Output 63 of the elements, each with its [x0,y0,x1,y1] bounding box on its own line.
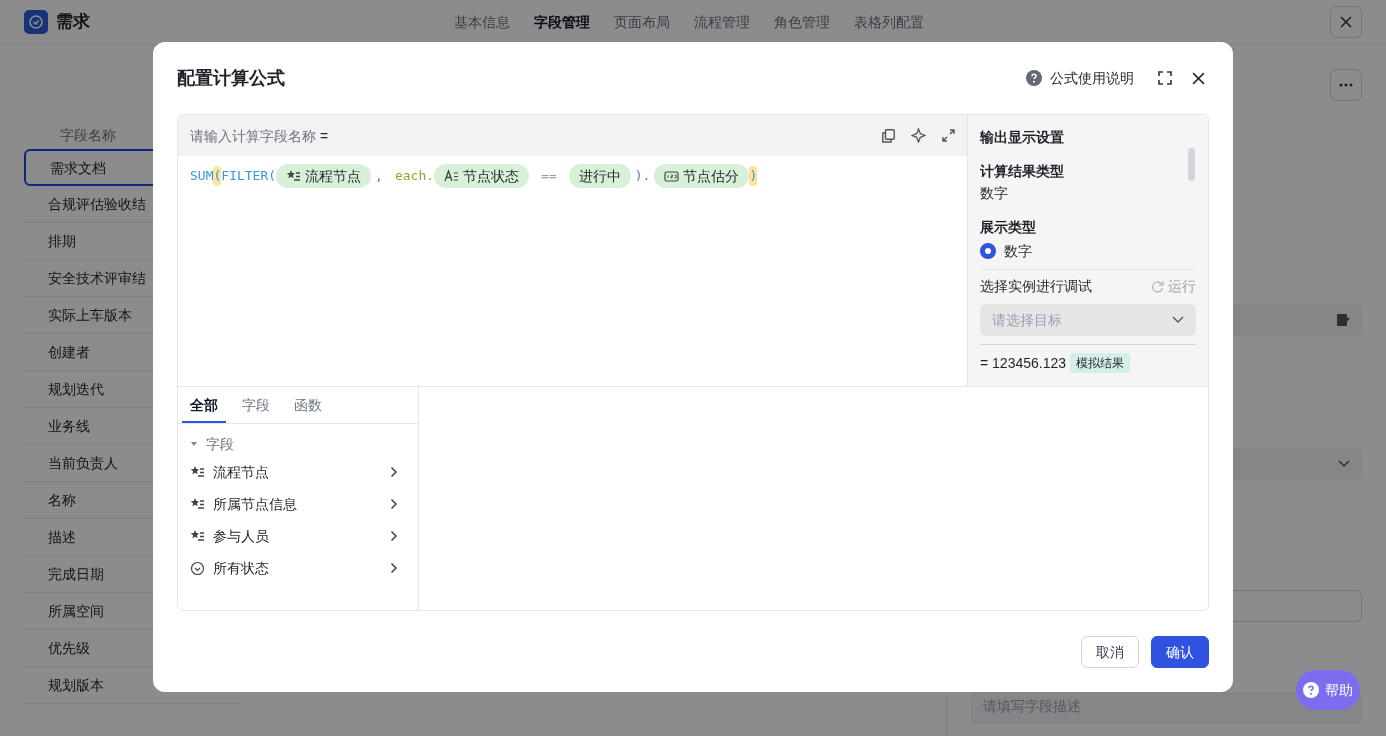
edit-icon [1336,313,1350,327]
fullscreen-icon[interactable] [1158,71,1172,85]
nav-tab[interactable]: 流程管理 [694,12,750,32]
star-list-icon [190,528,205,544]
text-type-icon [444,168,460,184]
check-circle-icon [190,560,205,576]
radio-button[interactable] [980,243,996,259]
scrollbar-thumb[interactable] [1188,148,1195,181]
cancel-button[interactable]: 取消 [1081,636,1139,668]
app-logo-icon [24,10,48,34]
punctuation: ). [634,167,651,185]
copy-icon[interactable] [882,128,895,143]
refresh-icon [1151,279,1164,293]
chevron-right-icon [390,498,398,510]
star-list-icon [190,496,205,512]
caret-icon [190,440,198,448]
column-header: 字段名称 [60,126,116,145]
sparkle-icon[interactable] [911,128,926,143]
dialog-title: 配置计算公式 [177,67,286,90]
picker-tab[interactable]: 函数 [286,395,330,423]
field-label: 选择实例进行调试 [980,277,1093,296]
nav-tab[interactable]: 基本信息 [454,12,510,32]
chevron-down-icon [1338,460,1350,468]
operator: == [541,167,557,185]
nav-tab[interactable]: 页面布局 [614,12,670,32]
expand-icon[interactable] [942,129,955,142]
result-value: = 123456.123 [980,354,1067,373]
chevron-right-icon [390,562,398,574]
paren-highlight: ) [749,166,758,186]
number-icon [664,168,680,184]
close-button[interactable] [1330,6,1362,38]
field-label: 展示类型 [980,218,1036,237]
paren-highlight: ( [213,166,222,186]
help-link[interactable]: 公式使用说明 [1026,68,1134,88]
nav-tab[interactable]: 表格列配置 [854,12,924,32]
nav-tab[interactable]: 字段管理 [534,12,590,32]
section-title: 输出显示设置 [980,128,1064,147]
more-icon [1339,83,1353,87]
keyword: each. [394,167,435,185]
value-chip[interactable]: 进行中 [568,164,631,188]
chevron-right-icon [390,466,398,478]
chevron-down-icon [1172,316,1184,324]
field-value: 数字 [980,184,1008,203]
result-tag: 模拟结果 [1070,353,1131,373]
star-list-icon [286,168,302,184]
radio-label: 数字 [1004,242,1032,261]
chevron-right-icon [390,530,398,542]
help-icon [1303,682,1319,698]
star-list-icon [190,464,205,480]
nav-tab[interactable]: 角色管理 [774,12,830,32]
close-icon[interactable] [1192,71,1205,85]
picker-tab[interactable]: 全部 [182,395,226,423]
field-chip[interactable]: 节点状态 [434,164,530,188]
function-name: SUM [190,167,214,185]
field-chip[interactable]: 节点估分 [654,164,750,188]
app-title: 需求 [56,11,90,34]
confirm-button[interactable]: 确认 [1151,636,1209,668]
punctuation: , [375,167,383,185]
help-icon [1026,70,1042,86]
help-button[interactable]: 帮助 [1296,670,1360,710]
close-icon [1340,16,1352,28]
field-chip[interactable]: 流程节点 [276,164,372,188]
field-label: 计算结果类型 [980,162,1064,181]
